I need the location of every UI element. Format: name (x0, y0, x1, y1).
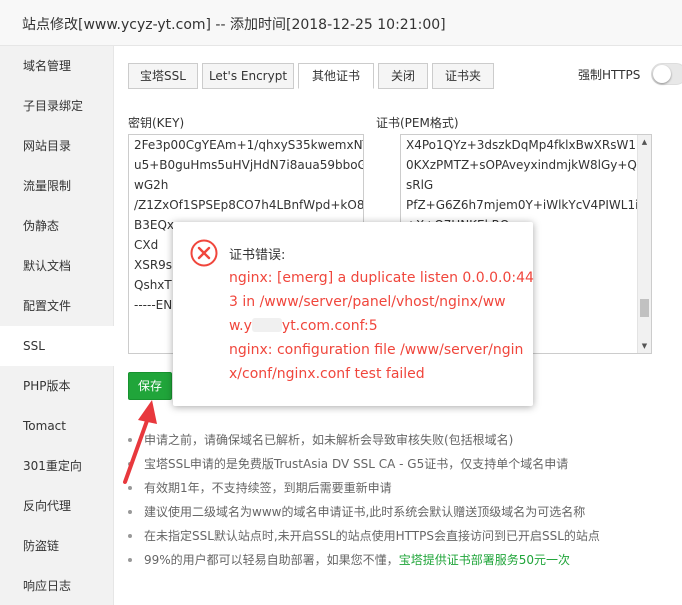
bullet-icon (128, 486, 132, 490)
tab-lets-encrypt[interactable]: Let's Encrypt (202, 63, 294, 89)
sidebar-item-subdir-binding[interactable]: 子目录绑定 (0, 86, 114, 126)
key-line: 2Fe3p00CgYEAm+1/qhxyS35kwemxNT (134, 138, 363, 152)
cert-label: 证书(PEM格式) (376, 116, 459, 130)
window-title: 站点修改[www.ycyz-yt.com] -- 添加时间[2018-12-25… (22, 17, 446, 33)
cert-line: sRlG (406, 178, 434, 192)
scroll-up-icon[interactable]: ▲ (638, 135, 651, 149)
sidebar-item-site-dir[interactable]: 网站目录 (0, 126, 114, 166)
cert-error-dialog: 证书错误: nginx: [emerg] a duplicate listen … (173, 222, 534, 406)
sidebar: 域名管理 子目录绑定 网站目录 流量限制 伪静态 默认文档 配置文件 SSL P… (0, 46, 114, 605)
cert-scrollbar[interactable]: ▲ ▼ (637, 135, 651, 353)
tip-text: 在未指定SSL默认站点时,未开启SSL的站点使用HTTPS会直接访问到已开启SS… (144, 529, 600, 543)
error-circle-icon (190, 239, 218, 267)
tab-other-cert[interactable]: 其他证书 (298, 63, 374, 89)
tip-text: 宝塔SSL申请的是免费版TrustAsia DV SSL CA - G5证书，仅… (144, 457, 569, 471)
sidebar-item-traffic-limit[interactable]: 流量限制 (0, 166, 114, 206)
deploy-service-link[interactable]: 宝塔提供证书部署服务50元一次 (399, 553, 570, 567)
cert-scroll-thumb[interactable] (640, 299, 649, 317)
tip-text: 有效期1年，不支持续签，到期后需要重新申请 (144, 481, 392, 495)
sidebar-item-redirect[interactable]: 301重定向 (0, 446, 114, 486)
sidebar-item-php-version[interactable]: PHP版本 (0, 366, 114, 406)
cert-line: X4Po1QYz+3dszkDqMp4fklxBwXRsW1 (406, 138, 636, 152)
tip-text: 建议使用二级域名为www的域名申请证书,此时系统会默认赠送顶级域名为可选名称 (144, 505, 586, 519)
save-button[interactable]: 保存 (128, 372, 172, 400)
tip-item: 建议使用二级域名为www的域名申请证书,此时系统会默认赠送顶级域名为可选名称 (128, 500, 678, 524)
site-edit-window: 站点修改[www.ycyz-yt.com] -- 添加时间[2018-12-25… (0, 0, 682, 605)
dialog-title: 证书错误: (229, 248, 286, 263)
bullet-icon (128, 438, 132, 442)
tip-text: 99%的用户都可以轻易自助部署，如果您不懂， (144, 553, 399, 567)
bullet-icon (128, 558, 132, 562)
tip-item: 宝塔SSL申请的是免费版TrustAsia DV SSL CA - G5证书，仅… (128, 452, 678, 476)
sidebar-item-default-doc[interactable]: 默认文档 (0, 246, 114, 286)
error-message-line: nginx: configuration file /www/server/ng… (229, 342, 524, 358)
bullet-icon (128, 534, 132, 538)
sidebar-item-reverse-proxy[interactable]: 反向代理 (0, 486, 114, 526)
bullet-icon (128, 462, 132, 466)
tip-item: 在未指定SSL默认站点时,未开启SSL的站点使用HTTPS会直接访问到已开启SS… (128, 524, 678, 548)
error-path-suffix: yt.com.conf:5 (281, 318, 378, 334)
tip-text: 申请之前，请确保域名已解析，如未解析会导致审核失败(包括根域名) (144, 433, 514, 447)
tab-cert-folder[interactable]: 证书夹 (432, 63, 494, 89)
sidebar-item-response-log[interactable]: 响应日志 (0, 566, 114, 605)
sidebar-item-domain[interactable]: 域名管理 (0, 46, 114, 86)
sidebar-item-ssl[interactable]: SSL (0, 326, 114, 366)
error-message-line: w.y yt.com.conf:5 (229, 314, 378, 338)
tab-close[interactable]: 关闭 (378, 63, 428, 89)
ssl-tips-list: 申请之前，请确保域名已解析，如未解析会导致审核失败(包括根域名) 宝塔SSL申请… (128, 428, 678, 572)
force-https-toggle[interactable] (651, 63, 682, 85)
scroll-down-icon[interactable]: ▼ (638, 339, 651, 353)
tip-item: 有效期1年，不支持续签，到期后需要重新申请 (128, 476, 678, 500)
tip-item: 申请之前，请确保域名已解析，如未解析会导致审核失败(包括根域名) (128, 428, 678, 452)
sidebar-item-config-file[interactable]: 配置文件 (0, 286, 114, 326)
bullet-icon (128, 510, 132, 514)
tip-item: 99%的用户都可以轻易自助部署，如果您不懂，宝塔提供证书部署服务50元一次 (128, 548, 678, 572)
error-message-line: nginx: [emerg] a duplicate listen 0.0.0.… (229, 270, 534, 286)
key-label: 密钥(KEY) (128, 116, 185, 130)
cert-line: 0KXzPMTZ+sOPAveyxindmjkW8lGy+Q (406, 158, 637, 172)
force-https-label: 强制HTTPS (578, 68, 641, 82)
cert-line: PfZ+G6Z6h7mjem0Y+iWlkYcV4PIWL1i (406, 198, 639, 212)
error-message-line: x/conf/nginx.conf test failed (229, 366, 425, 382)
sidebar-item-tomcat[interactable]: Tomact (0, 406, 114, 446)
sidebar-item-hotlink[interactable]: 防盗链 (0, 526, 114, 566)
tab-baota-ssl[interactable]: 宝塔SSL (128, 63, 198, 89)
window-titlebar: 站点修改[www.ycyz-yt.com] -- 添加时间[2018-12-25… (0, 0, 682, 46)
key-line: wG2h (134, 178, 169, 192)
error-path-prefix: w.y (229, 318, 252, 334)
key-line: /Z1ZxOf1SPSEp8CO7h4LBnfWpd+kO8 (134, 198, 363, 212)
key-line: u5+B0guHms5uHVjHdN7i8aua59bboG (134, 158, 363, 172)
sidebar-item-rewrite[interactable]: 伪静态 (0, 206, 114, 246)
error-message-line: 3 in /www/server/panel/vhost/nginx/ww (229, 294, 506, 310)
redaction-mark (251, 318, 282, 332)
